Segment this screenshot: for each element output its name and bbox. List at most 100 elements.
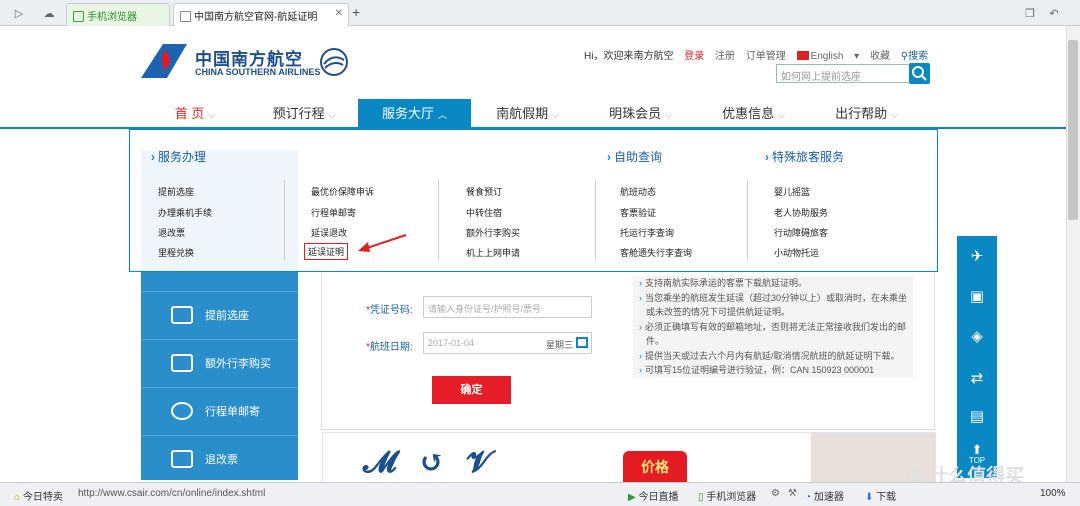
- sidebar-item-seat-selection[interactable]: 提前选座: [141, 291, 298, 338]
- dd-link-seat-selection[interactable]: 提前选座: [158, 185, 194, 198]
- dd-link-mobility-impaired[interactable]: 行动障碍旅客: [774, 226, 828, 239]
- main-nav: 首 页 ⌵ 预订行程 ⌵ 服务大厅 ︿ 南航假期 ⌵ 明珠会员 ⌵ 优惠信息 ⌵ 出行帮助 ⌵: [0, 99, 1080, 129]
- nav-label: 优惠信息: [722, 106, 775, 121]
- nav-offers[interactable]: 优惠信息 ⌵: [697, 99, 810, 129]
- dd-link-refund[interactable]: 退改票: [158, 226, 185, 239]
- floating-toolbar: ✈ ▣ ◈ ⇄ ▤ ⬆ TOP: [957, 236, 997, 478]
- notes-box: 支持南航实际承运的客票下载航延证明。 当您乘坐的航班发生延误（超过30分钟以上）…: [633, 276, 913, 378]
- baggage-icon: [171, 354, 193, 372]
- dd-link-flight-status[interactable]: 航班动态: [620, 185, 656, 198]
- new-tab-button[interactable]: +: [352, 4, 360, 20]
- scrollbar-thumb[interactable]: [1068, 40, 1078, 220]
- nav-home[interactable]: 首 页 ⌵: [140, 99, 250, 129]
- calendar-icon[interactable]: [576, 337, 588, 348]
- today-deals-label: 今日特卖: [22, 492, 63, 503]
- dd-link-price-guarantee[interactable]: 最优价保障申诉: [311, 185, 374, 198]
- dd-link-pet-shipping[interactable]: 小动物托运: [774, 246, 819, 259]
- nav-label: 预订行程: [272, 106, 325, 121]
- dd-link-bassinet[interactable]: 婴儿摇篮: [774, 185, 810, 198]
- dd-link-delay-certificate[interactable]: 延误证明: [304, 243, 349, 260]
- search-button[interactable]: [909, 63, 930, 84]
- dd-link-lost-baggage[interactable]: 客舱遗失行李查询: [620, 246, 692, 259]
- sidebar-item-extra-baggage[interactable]: 额外行李购买: [141, 339, 298, 386]
- favorite-link[interactable]: 收藏: [870, 51, 890, 62]
- red-arrow-icon: [358, 234, 407, 252]
- dd-link-baggage-query[interactable]: 托运行李查询: [620, 226, 674, 239]
- dd-link-extra-baggage[interactable]: 额外行李购买: [466, 226, 520, 239]
- settings-icon[interactable]: ⚙: [771, 488, 780, 499]
- mail-icon: [171, 402, 193, 420]
- sidebar-item-refund[interactable]: 退改票: [141, 435, 298, 482]
- zoom-level[interactable]: 100%: [1040, 488, 1066, 499]
- sidebar-toggle-icon[interactable]: ▷: [10, 4, 28, 22]
- page-icon: [180, 11, 191, 22]
- close-tab-icon[interactable]: ✕: [335, 8, 343, 19]
- accelerator-button[interactable]: ◔ 加速器: [805, 488, 844, 503]
- register-link[interactable]: 注册: [715, 51, 735, 62]
- flag-icon: [796, 51, 809, 60]
- search-link-label: 搜索: [908, 51, 929, 62]
- today-deals[interactable]: ⌂ 今日特卖: [14, 488, 63, 503]
- note-item: 支持南航实际承运的客票下载航延证明。: [639, 276, 907, 291]
- suitcase-icon[interactable]: ▤: [965, 406, 989, 428]
- search-link[interactable]: ⚲搜索: [901, 51, 936, 62]
- note-item: 提供当天或过去六个月内有航延/取消情况航班的航延证明下载。: [639, 349, 907, 364]
- language-switch[interactable]: English ▾: [796, 51, 859, 62]
- nav-travel-help[interactable]: 出行帮助 ⌵: [810, 99, 923, 129]
- cloud-icon[interactable]: ☁: [40, 4, 58, 22]
- undo-icon[interactable]: ↶: [1045, 4, 1063, 22]
- boarding-pass-icon[interactable]: ▣: [965, 286, 989, 308]
- tab-csair[interactable]: 中国南方航空官网-航延证明 ✕: [173, 3, 349, 26]
- weekday-text: 星期三: [546, 340, 574, 350]
- dd-link-meal[interactable]: 餐食预订: [466, 185, 502, 198]
- download-label: 下载: [876, 492, 897, 503]
- dd-link-elderly-assist[interactable]: 老人协助服务: [774, 206, 828, 219]
- promo-banner[interactable]: 𝓜 ↺ 𝓥 价格: [322, 432, 936, 488]
- nav-pearl-member[interactable]: 明珠会员 ⌵: [584, 99, 697, 129]
- confirm-button[interactable]: 确定: [432, 376, 511, 404]
- col-title-self-query: 自助查询: [607, 148, 662, 165]
- nav-label: 服务大厅: [381, 106, 434, 121]
- sidebar-item-itinerary-mail[interactable]: 行程单邮寄: [141, 387, 298, 434]
- window-icon[interactable]: ❐: [1021, 4, 1039, 22]
- tab-label: 中国南方航空官网-航延证明: [194, 12, 318, 23]
- tools-icon[interactable]: ⚒: [788, 488, 797, 499]
- download-button[interactable]: ⬇ 下载: [865, 488, 896, 503]
- ticket-icon[interactable]: ◈: [965, 326, 989, 348]
- csair-logo-icon[interactable]: [141, 44, 187, 78]
- dd-link-transit-hotel[interactable]: 中转住宿: [466, 206, 502, 219]
- arrow-up-icon: ⬆: [971, 442, 983, 457]
- dd-link-itinerary-mail[interactable]: 行程单邮寄: [311, 206, 356, 219]
- flight-date-input[interactable]: 2017-01-04 星期三: [423, 332, 592, 354]
- voucher-label: *凭证号码:: [366, 305, 413, 316]
- browser-tab-strip: ▷ ☁ 手机浏览器 中国南方航空官网-航延证明 ✕ + ❐ ↶: [0, 0, 1080, 26]
- order-management-link[interactable]: 订单管理: [746, 51, 786, 62]
- tab-label: 手机浏览器: [87, 12, 137, 23]
- chevron-down-icon: ⌵: [552, 110, 559, 120]
- site-search-input[interactable]: 如何网上提前选座: [776, 64, 910, 83]
- sidebar-item-label: 行程单邮寄: [205, 406, 260, 418]
- download-icon: ⬇: [865, 492, 874, 503]
- handshake-icon[interactable]: ⇄: [965, 368, 989, 390]
- mobile-browser-button[interactable]: ▯ 手机浏览器: [698, 488, 756, 503]
- play-icon: ▶: [628, 492, 636, 503]
- service-dropdown: 服务办理 自助查询 特殊旅客服务 提前选座 办理乘机手续 退改票 里程兑换 最优…: [129, 129, 938, 272]
- dd-link-delay-refund[interactable]: 延误退改: [311, 226, 347, 239]
- dd-link-inflight-wifi[interactable]: 机上上网申请: [466, 246, 520, 259]
- col-title-special: 特殊旅客服务: [765, 148, 844, 165]
- plane-icon[interactable]: ✈: [965, 246, 989, 268]
- login-link[interactable]: 登录: [684, 51, 704, 62]
- dd-link-checkin[interactable]: 办理乘机手续: [158, 206, 212, 219]
- chevron-down-icon: ⌵: [208, 110, 216, 120]
- live-button[interactable]: ▶ 今日直播: [628, 488, 678, 503]
- accelerator-label: 加速器: [813, 492, 844, 503]
- logo-english: CHINA SOUTHERN AIRLINES: [195, 67, 321, 77]
- nav-service-hall[interactable]: 服务大厅 ︿: [358, 99, 471, 129]
- dd-link-ticket-verify[interactable]: 客票验证: [620, 206, 656, 219]
- tab-mobile-browser[interactable]: 手机浏览器: [66, 3, 170, 26]
- nav-booking[interactable]: 预订行程 ⌵: [250, 99, 358, 129]
- nav-holidays[interactable]: 南航假期 ⌵: [471, 99, 584, 129]
- status-url: http://www.csair.com/cn/online/index.sht…: [78, 488, 266, 499]
- voucher-input[interactable]: 请输入身份证号/护照号/票号: [423, 296, 592, 318]
- dd-link-mileage[interactable]: 里程兑换: [158, 246, 194, 259]
